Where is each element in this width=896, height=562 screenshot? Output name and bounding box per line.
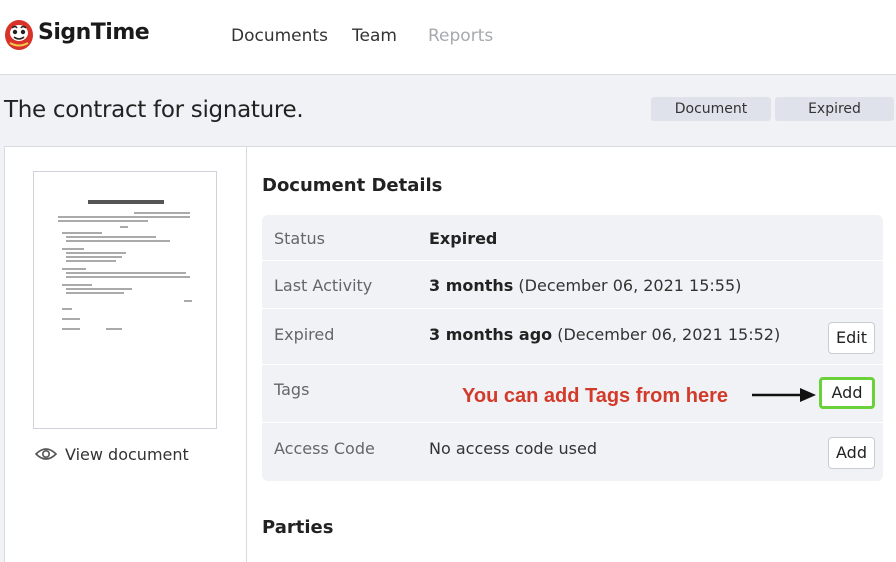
nav-team[interactable]: Team bbox=[352, 26, 397, 46]
nav-reports[interactable]: Reports bbox=[428, 26, 493, 46]
detail-label: Access Code bbox=[274, 439, 375, 458]
detail-row-tags: Tags You can add Tags from here Add bbox=[262, 365, 883, 423]
detail-value-rest: (December 06, 2021 15:55) bbox=[513, 276, 742, 295]
document-details-table: Status Expired Last Activity 3 months (D… bbox=[262, 215, 883, 481]
detail-value: Expired bbox=[429, 229, 497, 248]
eye-icon bbox=[35, 448, 57, 460]
detail-value-rest: No access code used bbox=[429, 439, 597, 458]
detail-label: Last Activity bbox=[274, 276, 373, 295]
view-document-label: View document bbox=[65, 444, 189, 464]
detail-value-bold: Expired bbox=[429, 229, 498, 248]
arrow-right-icon bbox=[752, 388, 816, 402]
document-type-badge: Document bbox=[651, 97, 771, 121]
daruma-logo-icon[interactable] bbox=[4, 17, 34, 51]
document-page-image bbox=[58, 200, 192, 330]
detail-value: 3 months (December 06, 2021 15:55) bbox=[429, 276, 741, 295]
detail-row-access-code: Access Code No access code used Add bbox=[262, 423, 883, 481]
parties-title: Parties bbox=[262, 517, 334, 538]
detail-value-bold: 3 months bbox=[429, 276, 514, 295]
brand-name[interactable]: SignTime bbox=[38, 20, 150, 45]
status-badge: Expired bbox=[775, 97, 894, 121]
detail-value: No access code used bbox=[429, 439, 597, 458]
add-access-code-button[interactable]: Add bbox=[828, 437, 875, 469]
detail-label: Tags bbox=[274, 380, 310, 399]
nav-documents[interactable]: Documents bbox=[231, 26, 328, 46]
preview-column: View document bbox=[5, 147, 247, 562]
detail-value-rest: (December 06, 2021 15:52) bbox=[552, 325, 781, 344]
tags-annotation: You can add Tags from here bbox=[462, 385, 728, 407]
view-document-link[interactable]: View document bbox=[35, 443, 189, 465]
detail-value-bold: 3 months ago bbox=[429, 325, 553, 344]
document-panel: View document Document Details Status Ex… bbox=[4, 146, 896, 562]
detail-label: Expired bbox=[274, 325, 335, 344]
detail-row-expired: Expired 3 months ago (December 06, 2021 … bbox=[262, 309, 883, 365]
add-tags-button[interactable]: Add bbox=[819, 377, 875, 409]
document-details-title: Document Details bbox=[262, 175, 443, 196]
top-header: SignTime Documents Team Reports bbox=[0, 0, 896, 75]
page-title: The contract for signature. bbox=[4, 97, 304, 123]
edit-expiry-button[interactable]: Edit bbox=[828, 322, 875, 354]
detail-value: 3 months ago (December 06, 2021 15:52) bbox=[429, 325, 780, 344]
detail-row-status: Status Expired bbox=[262, 215, 883, 261]
detail-label: Status bbox=[274, 229, 325, 248]
document-thumbnail[interactable] bbox=[33, 171, 217, 429]
detail-row-last-activity: Last Activity 3 months (December 06, 202… bbox=[262, 261, 883, 309]
